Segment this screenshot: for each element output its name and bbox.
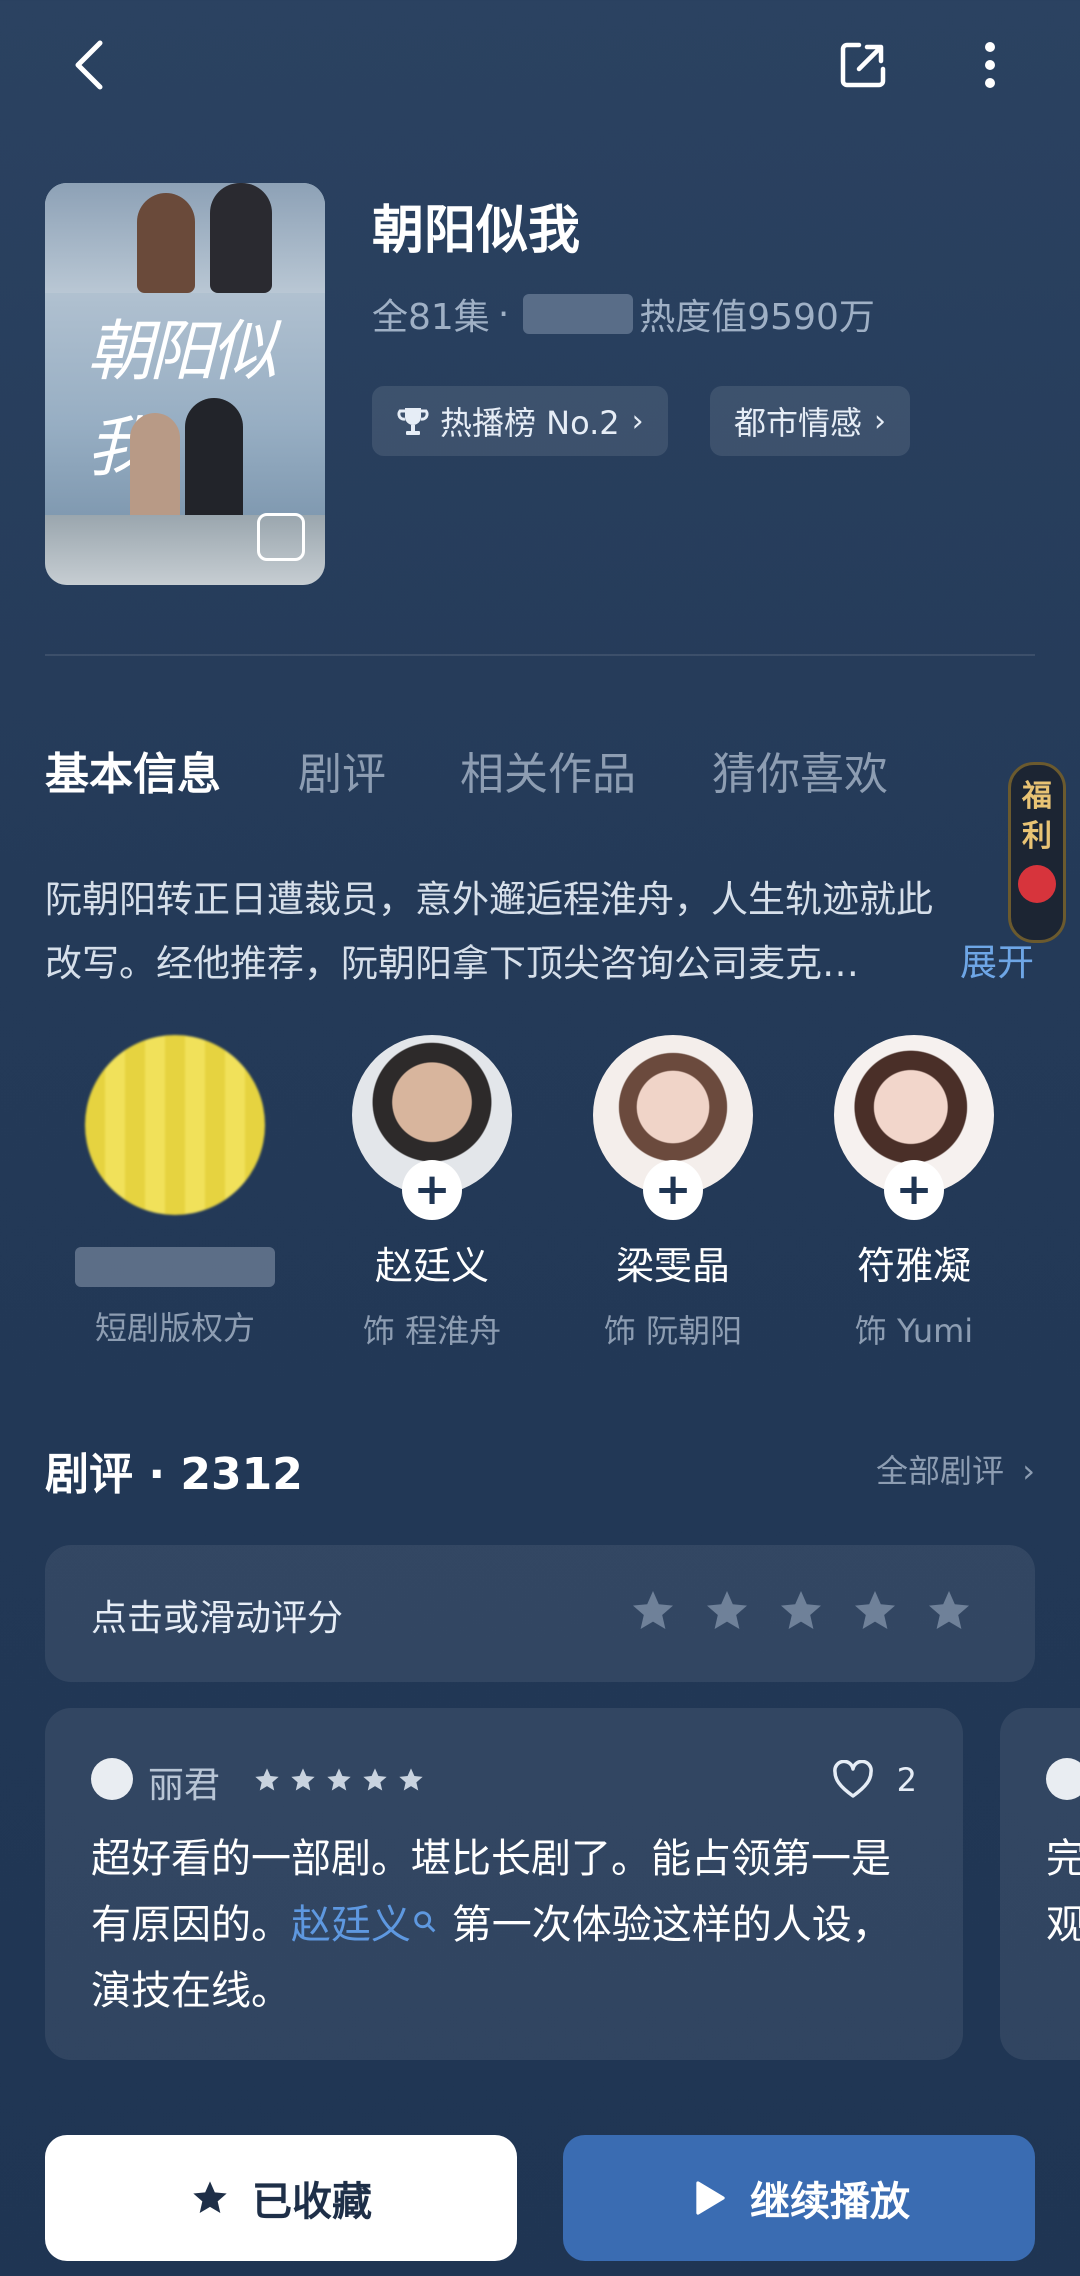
gallery-icon[interactable]	[257, 513, 305, 561]
star-icon	[291, 1768, 315, 1791]
chevron-right-icon: ›	[631, 403, 644, 439]
follow-button[interactable]: +	[402, 1160, 462, 1220]
trophy-icon	[397, 408, 429, 435]
episode-count: 全81集	[372, 297, 490, 338]
review-stars	[253, 1766, 425, 1794]
follow-button[interactable]: +	[884, 1160, 944, 1220]
more-button[interactable]	[955, 30, 1025, 100]
cast-item[interactable]: + 梁雯晶 饰 阮朝阳	[573, 1035, 773, 1352]
star-icon[interactable]	[777, 1587, 825, 1635]
cast-name: 符雅凝	[856, 1244, 971, 1288]
genre-chip[interactable]: 都市情感 ›	[710, 386, 911, 456]
review-username: 丽君	[148, 1765, 221, 1806]
star-icon[interactable]	[703, 1587, 751, 1635]
cast-item[interactable]: 短剧版权方	[75, 1035, 275, 1349]
share-icon	[840, 42, 886, 88]
genre-chip-label: 都市情感	[734, 404, 863, 442]
review-peek-text: 完 观	[1046, 1836, 1080, 1948]
heat-value: 热度值9590万	[639, 297, 875, 338]
back-icon	[75, 40, 103, 90]
cast-role: 饰 程淮舟	[362, 1312, 502, 1350]
star-icon	[327, 1768, 351, 1791]
blurred-text	[75, 1247, 275, 1287]
expand-link[interactable]: 展开	[960, 932, 1034, 986]
favorite-button[interactable]: 已收藏	[45, 2135, 517, 2261]
follow-button[interactable]: +	[643, 1160, 703, 1220]
synopsis: 阮朝阳转正日遭裁员，意外邂逅程淮舟，人生轨迹就此改写。经他推荐，阮朝阳拿下顶尖咨…	[45, 868, 1035, 996]
star-icon	[255, 1768, 279, 1791]
all-reviews-link[interactable]: 全部剧评 ›	[876, 1446, 1035, 1492]
more-vertical-icon	[985, 42, 995, 88]
poster[interactable]: 朝阳似我	[45, 183, 325, 585]
tab-related-works[interactable]: 相关作品	[460, 738, 636, 802]
share-button[interactable]	[828, 30, 898, 100]
back-button[interactable]	[55, 30, 125, 100]
cast-item[interactable]: + 符雅凝 饰 Yumi	[814, 1035, 1014, 1352]
avatar	[85, 1035, 265, 1215]
blurred-text	[523, 294, 634, 334]
cast-role: 饰 阮朝阳	[603, 1312, 743, 1350]
cast-name: 梁雯晶	[615, 1244, 730, 1288]
rating-input-card[interactable]: 点击或滑动评分	[45, 1545, 1035, 1682]
reviews-section-title: 剧评 · 2312	[45, 1449, 303, 1500]
welfare-badge-text: 利	[1022, 819, 1052, 854]
continue-play-button[interactable]: 继续播放	[563, 2135, 1035, 2261]
favorite-label: 已收藏	[252, 2179, 372, 2225]
mention-text: 赵廷义	[291, 1902, 411, 1948]
star-icon	[193, 2181, 227, 2213]
heart-icon	[832, 1760, 873, 1798]
welfare-badge-text: 福	[1022, 779, 1052, 814]
review-text: 超好看的一部剧。堪比长剧了。能占领第一是有原因的。赵廷义 第一次体验这样的人设，…	[91, 1826, 921, 2024]
rating-prompt: 点击或滑动评分	[91, 1598, 344, 1639]
poster-figure	[137, 193, 195, 293]
synopsis-text: 阮朝阳转正日遭裁员，意外邂逅程淮舟，人生轨迹就此改写。经他推荐，阮朝阳拿下顶尖咨…	[45, 878, 933, 985]
meta-separator: ·	[497, 293, 510, 335]
divider	[45, 654, 1035, 656]
show-meta: 全81集 · 热度值9590万	[372, 288, 875, 340]
like-count: 2	[896, 1761, 917, 1799]
cast-role: 短剧版权方	[94, 1309, 255, 1347]
avatar	[1046, 1758, 1080, 1800]
like-button[interactable]: 2	[831, 1760, 917, 1800]
cast-role: 饰 Yumi	[854, 1312, 974, 1350]
cast-name: 赵廷义	[374, 1244, 489, 1288]
review-card-peek[interactable]: 完 观	[1000, 1708, 1080, 2060]
star-icon[interactable]	[629, 1587, 677, 1635]
all-reviews-label: 全部剧评	[876, 1452, 1005, 1490]
rank-chip-label: 热播榜 No.2	[440, 404, 620, 442]
star-icon[interactable]	[851, 1587, 899, 1635]
play-label: 继续播放	[750, 2179, 910, 2225]
chevron-right-icon: ›	[874, 403, 887, 439]
play-icon	[696, 2181, 725, 2215]
tab-basic-info[interactable]: 基本信息	[45, 738, 221, 802]
star-icon	[363, 1768, 387, 1791]
mention-link[interactable]: 赵廷义	[291, 1902, 439, 1948]
review-card[interactable]: 丽君 2 超好看的一部剧。堪比长剧了。能占领第一是有原因的。赵廷义 第一次体验这…	[45, 1708, 963, 2060]
search-icon	[414, 1911, 436, 1933]
star-icon[interactable]	[925, 1587, 973, 1635]
chevron-right-icon: ›	[1022, 1452, 1035, 1490]
poster-figure	[210, 183, 272, 293]
rank-chip[interactable]: 热播榜 No.2 ›	[372, 386, 668, 456]
avatar	[91, 1758, 133, 1800]
tab-recommendations[interactable]: 猜你喜欢	[712, 738, 888, 802]
tab-reviews[interactable]: 剧评	[298, 738, 386, 802]
star-icon	[399, 1768, 423, 1791]
show-title: 朝阳似我	[372, 201, 581, 261]
cast-item[interactable]: + 赵廷义 饰 程淮舟	[332, 1035, 532, 1352]
